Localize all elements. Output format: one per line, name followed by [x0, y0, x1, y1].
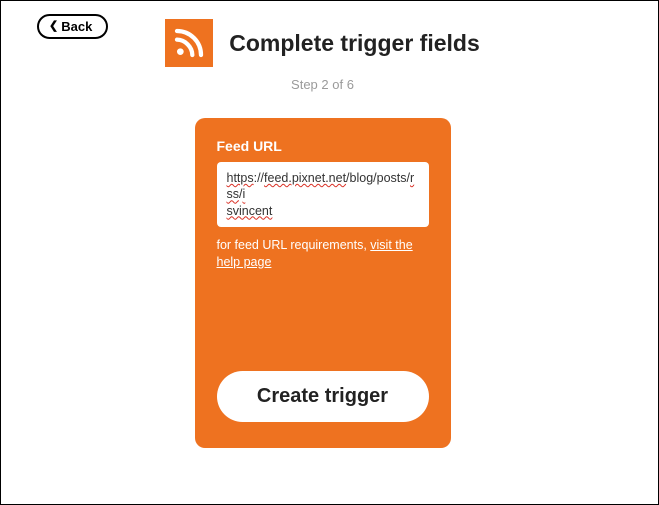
- step-indicator: Step 2 of 6: [21, 77, 624, 92]
- scroll-viewport[interactable]: ❮ Back Complete trigger fields Step 2 of…: [1, 1, 644, 504]
- feed-url-label: Feed URL: [217, 138, 429, 154]
- page-content: ❮ Back Complete trigger fields Step 2 of…: [1, 1, 644, 504]
- page-title: Complete trigger fields: [229, 30, 479, 57]
- trigger-card: Feed URL https://feed.pixnet.net/blog/po…: [195, 118, 451, 448]
- rss-icon: [165, 19, 213, 67]
- page-header: Complete trigger fields: [21, 19, 624, 67]
- help-text: for feed URL requirements, visit the hel…: [217, 237, 429, 271]
- help-prefix: for feed URL requirements,: [217, 238, 371, 252]
- feed-url-input[interactable]: https://feed.pixnet.net/blog/posts/rss/i…: [217, 162, 429, 227]
- create-trigger-button[interactable]: Create trigger: [217, 371, 429, 422]
- back-button-label: Back: [61, 19, 92, 34]
- back-button[interactable]: ❮ Back: [37, 14, 108, 39]
- chevron-left-icon: ❮: [49, 21, 58, 32]
